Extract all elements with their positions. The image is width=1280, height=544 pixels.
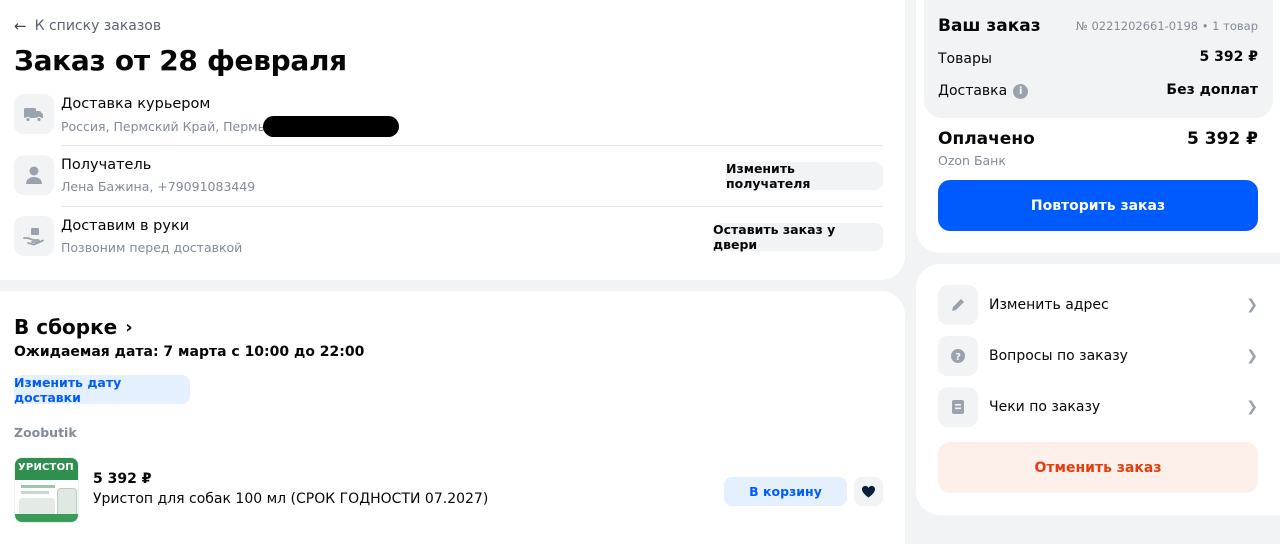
menu-label-change-address: Изменить адрес [989,297,1109,313]
summary-card: Ваш заказ № 0221202661-0198 • 1 товар То… [916,0,1280,253]
order-info-card: ← К списку заказов Заказ от 28 февраля Д… [0,0,905,280]
leave-at-door-button[interactable]: Оставить заказ у двери [713,222,883,252]
svg-text:?: ? [955,352,961,363]
delivery-title: Доставка курьером [61,96,211,112]
menu-item-questions[interactable]: ? Вопросы по заказу ❯ [938,336,1258,376]
chevron-right-icon: ❯ [1246,297,1258,313]
paid-value: 5 392 ₽ [1187,129,1258,149]
divider [61,145,883,146]
delivery-address: Россия, Пермский Край, Пермь [61,116,399,137]
recipient-details: Лена Бажина, +79091083449 [61,179,256,194]
menu-label-questions: Вопросы по заказу [989,348,1128,364]
arrow-left-icon: ← [14,17,27,35]
menu-item-receipts[interactable]: Чеки по заказу ❯ [938,387,1258,427]
delivery-label-row: Доставка i [938,83,1029,99]
product-image-label: УРИСТОП [18,462,74,473]
page-title: Заказ от 28 февраля [14,44,347,77]
favorite-button[interactable] [854,477,883,506]
back-link-label: К списку заказов [34,18,162,34]
handover-title: Доставим в руки [61,218,190,234]
menu-label-receipts: Чеки по заказу [989,399,1101,415]
shipment-status-label: В сборке [14,315,118,339]
delivery-address-text: Россия, Пермский Край, Пермь [61,119,265,134]
menu-item-change-address[interactable]: Изменить адрес ❯ [938,285,1258,325]
pencil-icon [952,299,964,311]
receipt-icon [952,400,964,414]
handover-icon-box [14,216,54,256]
change-recipient-button[interactable]: Изменить получателя [726,161,883,191]
actions-card: Изменить адрес ❯ ? Вопросы по заказу ❯ Ч… [916,264,1280,515]
product-image[interactable]: УРИСТОП [14,457,79,523]
expected-date: Ожидаемая дата: 7 марта с 10:00 до 22:00 [14,344,365,360]
shipment-status[interactable]: В сборке › [14,315,133,339]
cancel-order-button[interactable]: Отменить заказ [938,442,1258,493]
recipient-icon-box [14,155,54,195]
summary-top: Ваш заказ № 0221202661-0198 • 1 товар То… [924,0,1273,118]
chevron-right-icon: ❯ [1246,399,1258,415]
product-price: 5 392 ₽ [93,471,152,487]
truck-icon [24,108,43,123]
goods-label: Товары [938,51,992,67]
seller-name: Zoobutik [14,425,77,440]
payment-method: Ozon Банк [938,153,1006,168]
pencil-icon-box [938,285,978,325]
change-date-button[interactable]: Изменить дату доставки [14,375,190,405]
question-icon: ? [951,349,965,363]
divider [61,206,883,207]
person-icon [26,166,42,184]
heart-icon [862,485,875,498]
product-name[interactable]: Уристоп для собак 100 мл (СРОК ГОДНОСТИ … [93,491,488,507]
delivery-cost-label: Доставка [938,83,1008,99]
add-to-cart-button[interactable]: В корзину [724,477,847,506]
back-link[interactable]: ← К списку заказов [14,17,161,35]
redacted-block [262,116,399,137]
delivery-cost-value: Без доплат [1166,82,1258,98]
handover-subtitle: Позвоним перед доставкой [61,240,243,255]
delivery-icon-box [14,94,54,134]
order-meta: № 0221202661-0198 • 1 товар [1075,19,1258,33]
repeat-order-button[interactable]: Повторить заказ [938,180,1258,231]
goods-value: 5 392 ₽ [1199,49,1258,65]
recipient-title: Получатель [61,157,152,173]
info-icon[interactable]: i [1013,83,1029,99]
hand-box-icon [23,228,44,246]
shipment-card: В сборке › Ожидаемая дата: 7 марта с 10:… [0,291,905,544]
paid-label: Оплачено [938,129,1035,149]
chevron-right-icon: › [125,316,133,338]
chevron-right-icon: ❯ [1246,348,1258,364]
summary-title: Ваш заказ [938,16,1041,36]
question-icon-box: ? [938,336,978,376]
receipt-icon-box [938,387,978,427]
